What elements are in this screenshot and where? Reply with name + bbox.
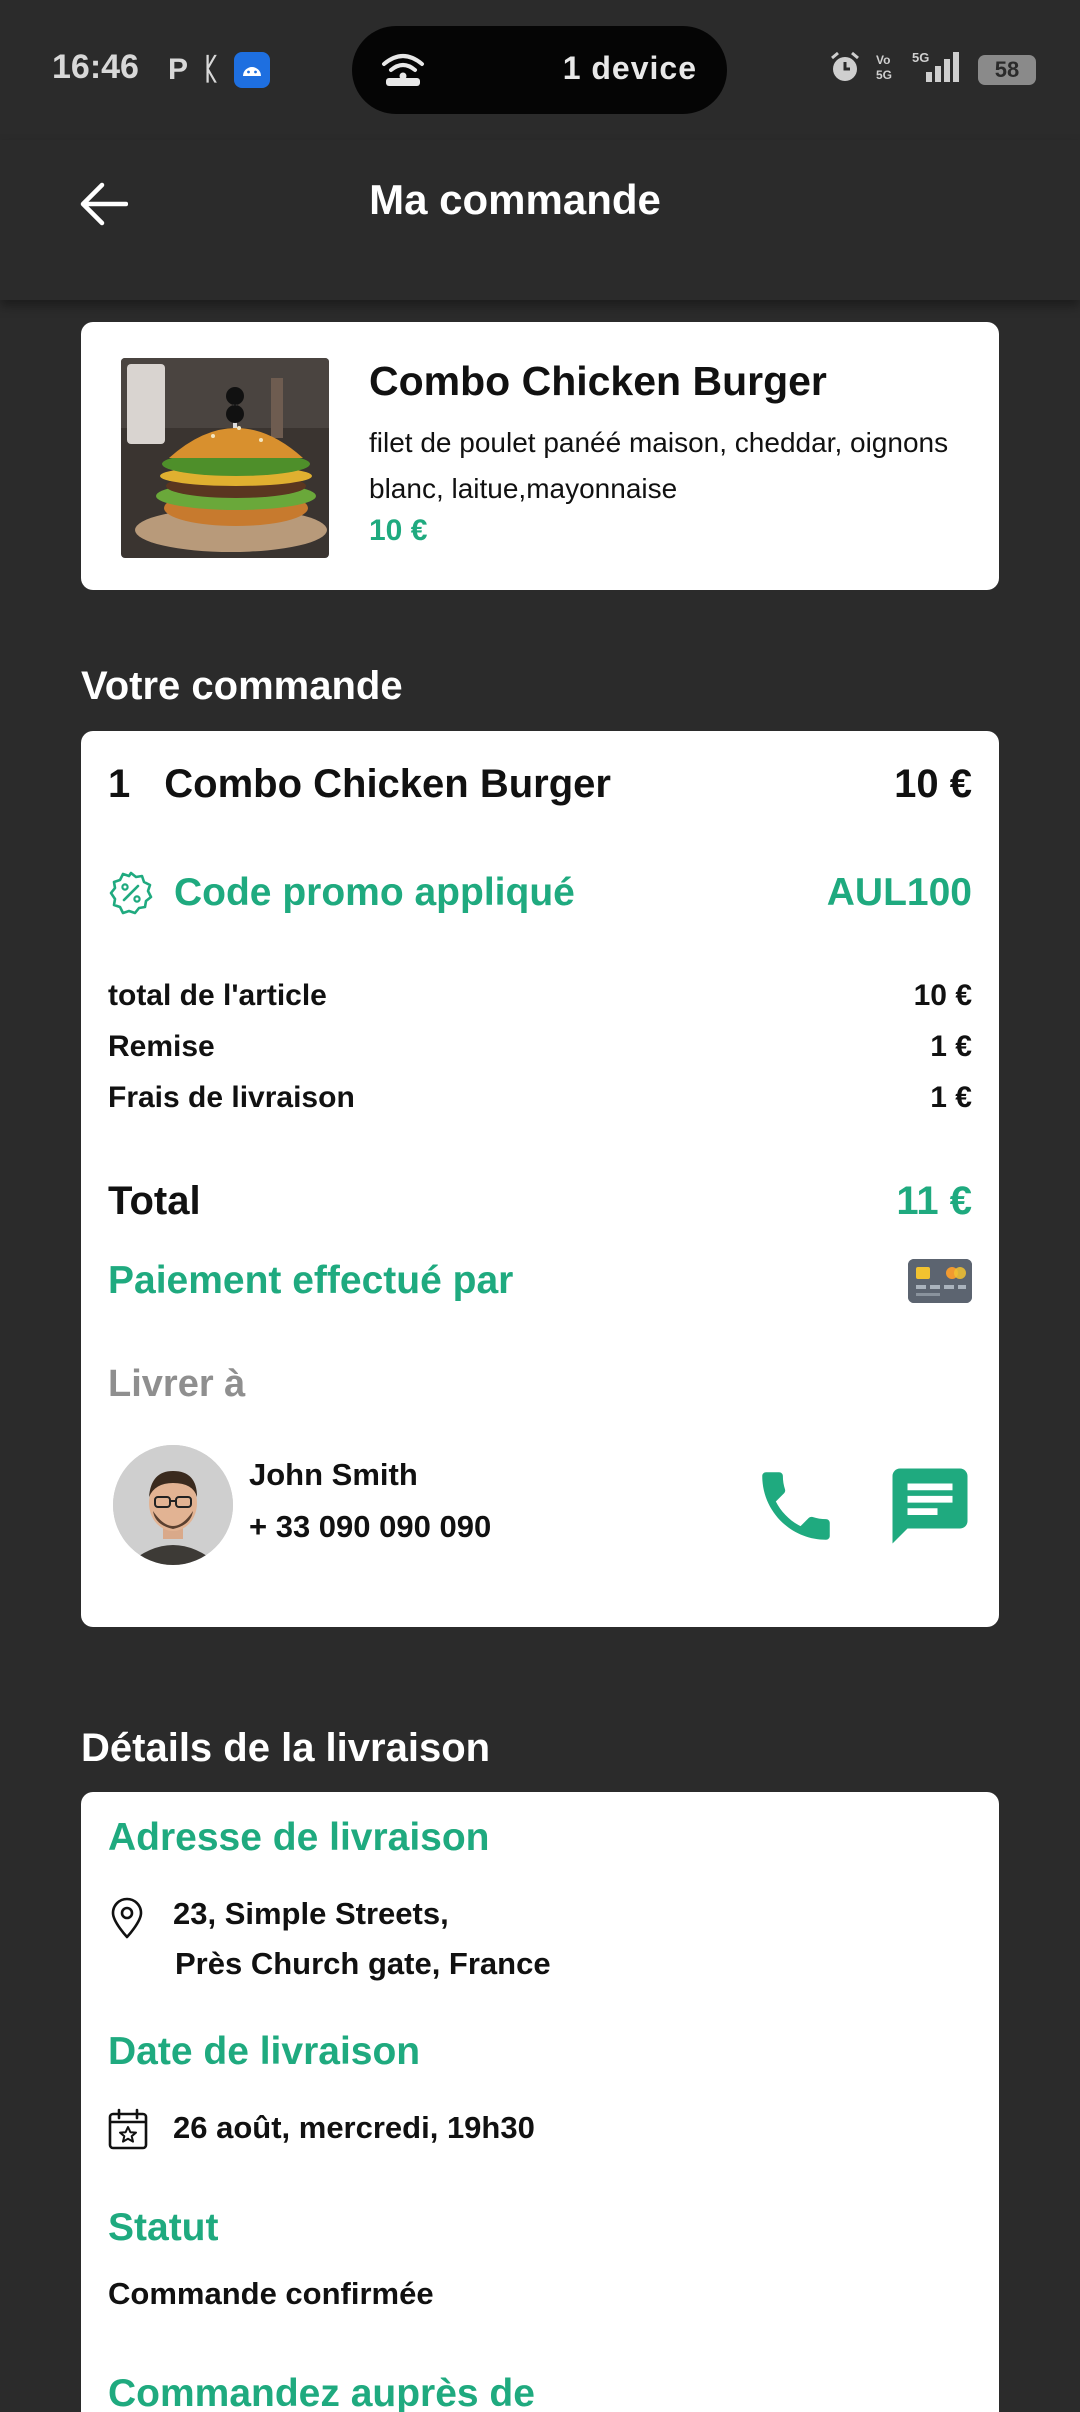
customer-name: John Smith <box>249 1457 418 1492</box>
total-label: Total <box>108 1178 201 1223</box>
delivery-section-title: Détails de la livraison <box>81 1726 491 1770</box>
credit-card-icon[interactable] <box>908 1259 972 1303</box>
page-title: Ma commande <box>369 176 661 223</box>
order-from-label: Commandez auprès de <box>108 2372 535 2412</box>
line-value: 1 € <box>930 1030 972 1063</box>
total-row: Total 11 € <box>108 1171 972 1231</box>
promo-row: Code promo appliqué AUL100 <box>108 863 972 923</box>
product-name: Combo Chicken Burger <box>369 358 827 404</box>
app-notification-icon: ᛕ <box>202 53 221 86</box>
avatar <box>113 1445 233 1565</box>
notification-icons: P ᛕ <box>168 52 271 88</box>
address-line-1: 23, Simple Streets, <box>173 1896 449 1931</box>
parking-icon: P <box>168 53 189 86</box>
svg-text:5G: 5G <box>912 50 929 65</box>
system-icons: Vo 5G 5G 58 <box>828 50 1036 89</box>
android-app-icon <box>234 52 271 88</box>
status-time: 16:46 <box>52 48 139 86</box>
volte-icon: Vo 5G <box>876 52 898 87</box>
hotspot-text: 1 device <box>562 50 697 86</box>
summary-line: total de l'article 10 € <box>108 973 972 1019</box>
status-value: Commande confirmée <box>108 2276 434 2311</box>
hotspot-pill[interactable]: 1 device <box>352 26 727 114</box>
product-image <box>121 358 329 558</box>
line-value: 10 € <box>913 979 972 1012</box>
battery-icon: 58 <box>978 54 1036 85</box>
address-line-2: Près Church gate, France <box>175 1946 551 1981</box>
product-price: 10 € <box>369 514 428 547</box>
line-label: Frais de livraison <box>108 1081 355 1114</box>
line-label: Remise <box>108 1030 215 1063</box>
order-section-title: Votre commande <box>81 664 403 708</box>
app-header: Ma commande <box>0 140 1080 300</box>
product-card[interactable]: Combo Chicken Burger filet de poulet pan… <box>81 322 999 590</box>
message-button[interactable] <box>885 1461 975 1551</box>
call-button[interactable] <box>751 1461 841 1551</box>
total-value: 11 € <box>896 1178 972 1223</box>
customer-phone: + 33 090 090 090 <box>249 1509 492 1544</box>
item-price: 10 € <box>894 761 972 806</box>
signal-5g-icon: 5G <box>912 50 964 89</box>
hotspot-icon <box>380 48 426 93</box>
item-quantity: 1 <box>108 761 131 806</box>
discount-badge-icon <box>109 871 153 915</box>
payment-row: Paiement effectué par <box>108 1251 972 1311</box>
alarm-icon <box>828 50 862 89</box>
address-label: Adresse de livraison <box>108 1816 490 1859</box>
calendar-icon <box>108 2108 148 2155</box>
date-value: 26 août, mercredi, 19h30 <box>173 2110 535 2145</box>
promo-label: Code promo appliqué <box>174 871 575 914</box>
promo-code: AUL100 <box>826 871 972 914</box>
order-card: 1 Combo Chicken Burger 10 € Code promo a… <box>81 731 999 1627</box>
item-name: Combo Chicken Burger <box>164 761 611 806</box>
svg-text:5G: 5G <box>876 68 892 82</box>
date-label: Date de livraison <box>108 2030 421 2073</box>
svg-text:Vo: Vo <box>876 53 890 67</box>
line-value: 1 € <box>930 1081 972 1114</box>
status-bar: 16:46 P ᛕ 1 device Vo 5G 5G 58 <box>0 0 1080 140</box>
phone-icon <box>762 1472 830 1540</box>
order-item-row: 1 Combo Chicken Burger 10 € <box>108 755 972 813</box>
product-description: filet de poulet panéé maison, cheddar, o… <box>369 427 949 504</box>
payment-label: Paiement effectué par <box>108 1259 514 1302</box>
chat-icon <box>892 1468 968 1544</box>
summary-line: Frais de livraison 1 € <box>108 1075 972 1121</box>
summary-line: Remise 1 € <box>108 1024 972 1070</box>
deliver-to-label: Livrer à <box>108 1363 246 1405</box>
status-label: Statut <box>108 2206 219 2249</box>
line-label: total de l'article <box>108 979 327 1012</box>
delivery-card: Adresse de livraison 23, Simple Streets,… <box>81 1792 999 2412</box>
location-pin-icon <box>108 1896 146 1945</box>
